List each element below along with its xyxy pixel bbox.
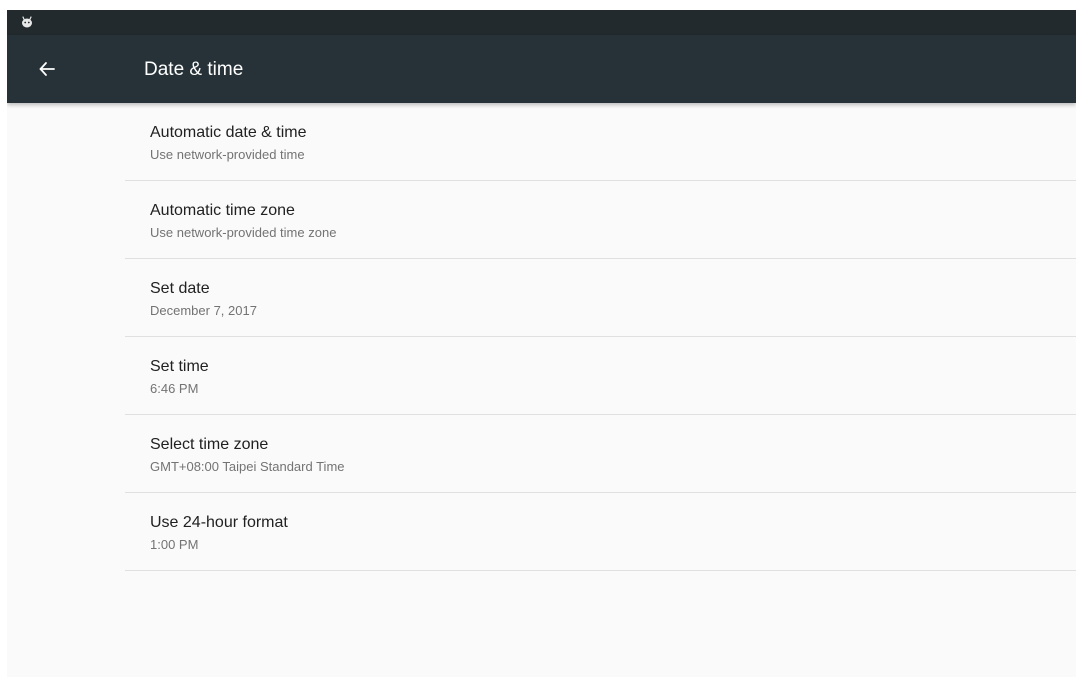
setting-use-24-hour-format[interactable]: Use 24-hour format 1:00 PM [125, 493, 1076, 571]
setting-summary: 6:46 PM [150, 381, 199, 396]
setting-title: Automatic date & time [150, 124, 307, 141]
settings-list: Automatic date & time Use network-provid… [125, 103, 1076, 571]
setting-set-date[interactable]: Set date December 7, 2017 [125, 259, 1076, 337]
setting-automatic-time-zone[interactable]: Automatic time zone Use network-provided… [125, 181, 1076, 259]
status-bar [7, 10, 1076, 35]
setting-title: Automatic time zone [150, 202, 295, 219]
setting-summary: Use network-provided time zone [150, 225, 337, 240]
device-screen: Date & time Automatic date & time Use ne… [7, 10, 1076, 677]
setting-automatic-date-time[interactable]: Automatic date & time Use network-provid… [125, 103, 1076, 181]
setting-summary: 1:00 PM [150, 537, 199, 552]
arrow-back-icon [39, 62, 55, 76]
setting-summary: December 7, 2017 [150, 303, 257, 318]
page-title: Date & time [144, 59, 244, 80]
setting-title: Set time [150, 358, 209, 375]
back-button[interactable] [27, 49, 67, 89]
setting-summary: Use network-provided time [150, 147, 305, 162]
setting-select-time-zone[interactable]: Select time zone GMT+08:00 Taipei Standa… [125, 415, 1076, 493]
setting-summary: GMT+08:00 Taipei Standard Time [150, 459, 345, 474]
setting-title: Select time zone [150, 436, 269, 453]
app-bar: Date & time [7, 35, 1076, 103]
setting-title: Use 24-hour format [150, 514, 288, 531]
setting-set-time[interactable]: Set time 6:46 PM [125, 337, 1076, 415]
setting-title: Set date [150, 280, 210, 297]
android-icon [22, 16, 32, 28]
